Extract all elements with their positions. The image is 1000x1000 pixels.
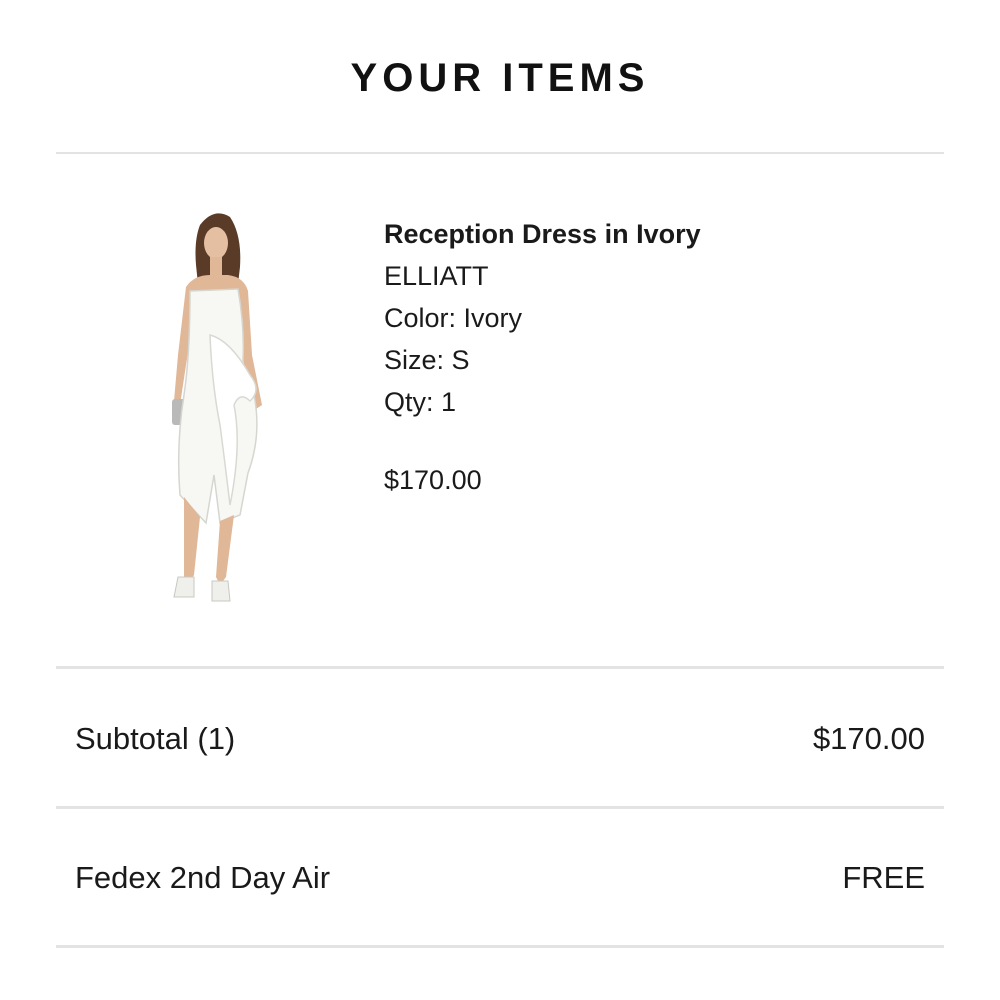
subtotal-row: Subtotal (1) $170.00 (75, 709, 925, 769)
item-name[interactable]: Reception Dress in Ivory (384, 213, 701, 255)
divider (56, 806, 944, 809)
item-brand: ELLIATT (384, 261, 489, 291)
shipping-label: Fedex 2nd Day Air (75, 860, 331, 895)
subtotal-label: Subtotal (1) (75, 721, 236, 756)
shipping-row: Fedex 2nd Day Air FREE (75, 848, 925, 908)
product-image[interactable] (150, 205, 290, 610)
item-qty: Qty: 1 (384, 387, 457, 417)
divider (56, 945, 944, 948)
subtotal-value: $170.00 (812, 721, 925, 756)
item-color: Color: Ivory (384, 303, 523, 333)
product-photo-icon (172, 213, 262, 602)
divider (56, 152, 944, 154)
item-price: $170.00 (384, 465, 482, 495)
item-details: Reception Dress in Ivory ELLIATT Color: … (384, 213, 701, 501)
shipping-value: FREE (842, 860, 925, 895)
divider (56, 666, 944, 669)
page-title: YOUR ITEMS (350, 56, 650, 100)
item-size: Size: S (384, 345, 470, 375)
